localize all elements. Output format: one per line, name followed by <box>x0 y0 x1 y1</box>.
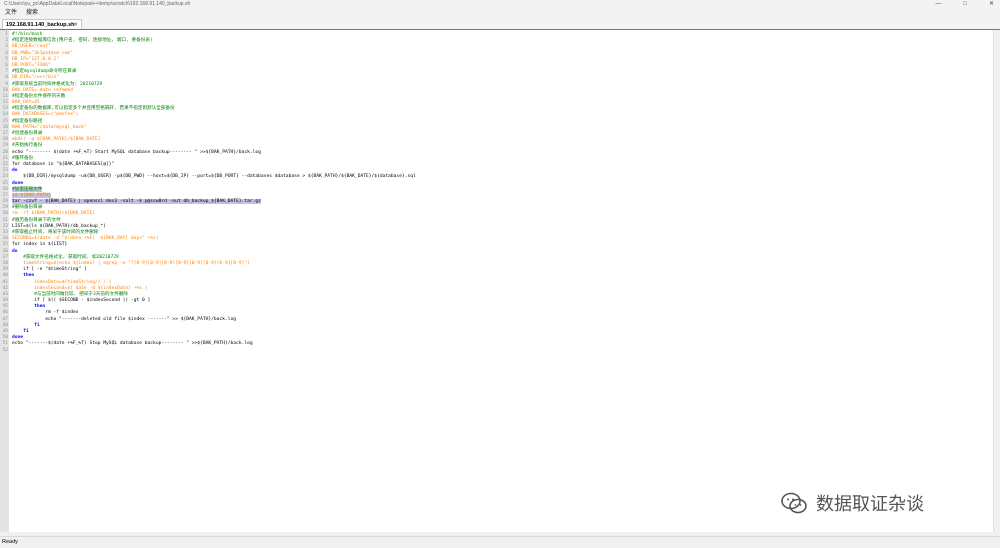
maximize-button[interactable]: □ <box>963 0 967 9</box>
code-text: fi <box>12 322 40 328</box>
tab-close-icon[interactable]: ✕ <box>73 20 78 30</box>
code-editor[interactable]: 1 #!/bin/bash 2 #指定连接数据库信息(用户名, 密码, 连接地址, 端… <box>0 30 1000 536</box>
code-text: for database in "${BAK_DATABASES[@]}" <box>12 161 115 167</box>
tab-bar: 192.168.91.140_backup.sh ✕ <box>0 18 1000 30</box>
vertical-scrollbar[interactable] <box>993 30 1000 536</box>
code-text: echo "-------- $(date +%F_%T) Start MySQ… <box>12 149 261 155</box>
code-text: do <box>12 248 18 254</box>
code-text: fi <box>12 329 29 334</box>
code-text: #遍历备份目录下的文件 <box>12 217 61 223</box>
code-text: for index in ${LIST} <box>12 242 68 248</box>
code-text: LIST=$(ls ${BAK_PATH}/db_backup_*) <box>12 223 107 229</box>
code-text: BAK_PATH="/data/mysql_back" <box>12 124 87 130</box>
status-bar: Ready <box>0 536 1000 548</box>
code-text: #创建备份目录 <box>12 131 43 136</box>
code-text: SECONDS=$(date -d "$(date +%F) -${BAK_DA… <box>12 236 159 242</box>
window-title: C:\Users\yu_pc\AppData\Local\Notepad++\t… <box>4 1 191 7</box>
menu-search[interactable]: 搜索 <box>22 9 42 18</box>
code-text: #指定备份文件保存的天数 <box>12 93 66 99</box>
code-text: DB_USER="root" <box>12 44 51 50</box>
code-text: #开始执行备份 <box>12 143 43 149</box>
window-controls: — □ ✕ <box>935 0 994 9</box>
code-text: timeString=$(echo ${index} | egrep -o "?… <box>12 260 250 266</box>
code-text: mkdir -p $[BAK_PATH]/$[BAK_DATE] <box>12 137 101 143</box>
code-text: #指定备份路径 <box>12 118 43 124</box>
code-text: DB_PORT="3306" <box>12 62 51 68</box>
tab-label: 192.168.91.140_backup.sh <box>6 22 75 28</box>
code-text: ${DB_DIR}/mysqldump -u${DB_USER} -p${DB_… <box>12 174 416 180</box>
code-text: BAK_DATABASES=("pmsfex") <box>12 112 79 118</box>
code-text: then <box>12 273 35 279</box>
code-text: indexSecond=$( date -d ${indexDate} +%s … <box>12 285 148 291</box>
code-text: #循环备份 <box>12 155 34 161</box>
code-text: if [ -n "$timeString" ] <box>12 267 87 273</box>
code-text: #加密压缩文件 <box>12 186 43 192</box>
code-text: indexDate=${timeString//./-} <box>12 279 112 285</box>
status-text: Ready <box>2 539 18 545</box>
code-text: DB_DIR="/usr/bin" <box>12 75 60 81</box>
code-text: #与当前时间做比较, 把早于3天前的文件删除 <box>12 291 128 297</box>
code-text: BAK_DATE=`date +%Y%m%d` <box>12 87 76 93</box>
code-text: rm -rf ${BAK_PATH}/${BAK_DATE} <box>12 211 95 217</box>
code-text: #获取文件名格式化, 获取时间, 如20210729 <box>12 254 119 260</box>
code-text: DB_IP="127.0.0.1" <box>12 56 60 62</box>
code-text: #删除备份目录 <box>12 205 43 211</box>
code-text: done <box>12 180 24 186</box>
code-text: BAK_DAY=45 <box>12 100 40 106</box>
code-text: do <box>12 168 18 174</box>
code-text: tar -czvf - ${BAK_DATE} | openssl des3 -… <box>12 199 261 205</box>
close-button[interactable]: ✕ <box>989 0 994 9</box>
code-text: #指定连接数据库信息(用户名, 密码, 连接地址, 端口, 要备份表) <box>12 38 153 44</box>
menu-file[interactable]: 文件 <box>1 9 21 18</box>
code-text: #指定备份的数据库,可以指定多个并且用空格隔开, 若果不指定则默认全部备份 <box>12 106 175 112</box>
tab-backup-sh[interactable]: 192.168.91.140_backup.sh ✕ <box>2 19 82 29</box>
code-line[interactable]: 52 <box>0 348 990 354</box>
code-text: then <box>12 304 46 310</box>
wechat-icon <box>781 492 807 514</box>
minimize-button[interactable]: — <box>935 0 941 9</box>
watermark: 数据取证杂谈 <box>780 488 924 518</box>
code-text: done <box>12 335 24 341</box>
code-text: #!/bin/bash <box>12 32 43 37</box>
code-text: #获取系统当前时间并格式化为: 20210729 <box>12 81 103 87</box>
code-text: echo "-------deleted old file $index ---… <box>12 316 237 322</box>
line-number: 52 <box>2 347 8 353</box>
code-lines: 1 #!/bin/bash 2 #指定连接数据库信息(用户名, 密码, 连接地址, 端… <box>0 32 990 354</box>
watermark-text: 数据取证杂谈 <box>816 494 924 515</box>
code-text: DB_PWD="3k1pa$$vm.com" <box>12 50 73 56</box>
code-text: echo "-------$(date +%F_%T) Stop MySQL d… <box>12 341 253 347</box>
code-text: rm -f $index <box>12 310 79 316</box>
code-text: #获取截止时间, 将早于该时间的文件删除 <box>12 230 99 235</box>
menu-bar: 文件 搜索 <box>0 9 1000 18</box>
code-text: #指定mysqldump命令所在目录 <box>12 69 77 75</box>
code-text: if [ $(( $SECOND - $indexSecond )) -gt 0… <box>12 298 151 304</box>
title-bar: C:\Users\yu_pc\AppData\Local\Notepad++\t… <box>0 0 1000 9</box>
code-text: cd ${BAK_PATH} <box>12 192 51 198</box>
